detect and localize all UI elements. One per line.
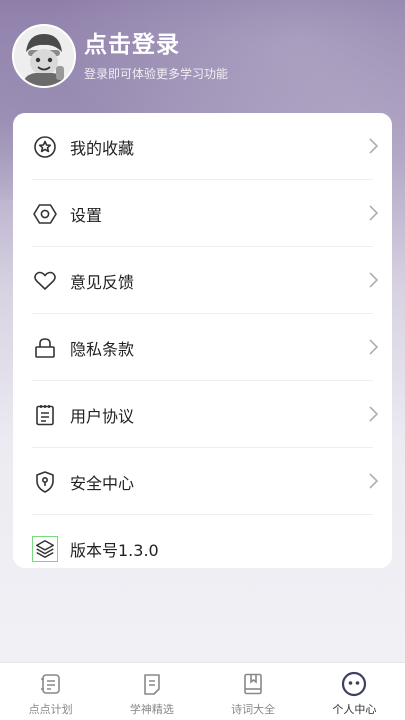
chevron-right-icon: [369, 406, 379, 422]
menu-item-label: 隐私条款: [70, 339, 135, 359]
star-badge-icon: [32, 134, 58, 160]
menu-item-settings[interactable]: 设置: [32, 180, 379, 247]
menu-item-security[interactable]: 安全中心: [32, 448, 379, 515]
profile-face-icon: [341, 671, 367, 697]
chevron-right-icon: [369, 339, 379, 355]
chevron-right-icon: [369, 205, 379, 221]
menu-item-label: 设置: [70, 205, 103, 225]
login-subtitle: 登录即可体验更多学习功能: [84, 66, 229, 81]
menu-item-version: 版本号1.3.0: [32, 515, 373, 582]
menu-item-label: 意见反馈: [70, 272, 135, 292]
tab-poetry[interactable]: 诗词大全: [203, 663, 304, 720]
plan-icon: [38, 671, 64, 697]
version-label: 版本号1.3.0: [70, 540, 159, 560]
menu-item-user-agreement[interactable]: 用户协议: [32, 381, 379, 448]
tab-label: 个人中心: [332, 703, 377, 716]
profile-header[interactable]: 点击登录 登录即可体验更多学习功能: [12, 24, 228, 88]
lock-icon: [32, 335, 58, 361]
menu-item-label: 安全中心: [70, 473, 135, 493]
document-icon: [139, 671, 165, 697]
menu-item-label: 用户协议: [70, 406, 135, 426]
clipboard-icon: [32, 402, 58, 428]
chevron-right-icon: [369, 473, 379, 489]
avatar[interactable]: [12, 24, 76, 88]
book-icon: [240, 671, 266, 697]
menu-item-feedback[interactable]: 意见反馈: [32, 247, 379, 314]
cartoon-boy-avatar-icon: [14, 26, 74, 86]
menu-item-privacy[interactable]: 隐私条款: [32, 314, 379, 381]
layers-icon: [32, 535, 58, 562]
settings-hexagon-icon: [32, 201, 58, 227]
menu-card: 我的收藏 设置 意见反馈 隐私条款 用户协议 安全中心 版本号1.3.0: [13, 113, 392, 568]
chevron-right-icon: [369, 138, 379, 154]
shield-icon: [32, 469, 58, 495]
tab-profile[interactable]: 个人中心: [304, 663, 405, 720]
login-title[interactable]: 点击登录: [84, 31, 228, 59]
tab-plan[interactable]: 点点计划: [0, 663, 101, 720]
bottom-tab-bar: 点点计划 学神精选 诗词大全 个人中心: [0, 662, 405, 720]
tab-label: 点点计划: [28, 703, 73, 716]
chevron-right-icon: [369, 272, 379, 288]
heart-icon: [32, 268, 58, 294]
tab-label: 学神精选: [129, 703, 174, 716]
menu-item-label: 我的收藏: [70, 138, 135, 158]
menu-item-favorites[interactable]: 我的收藏: [32, 113, 379, 180]
tab-selected[interactable]: 学神精选: [101, 663, 202, 720]
tab-label: 诗词大全: [231, 703, 276, 716]
